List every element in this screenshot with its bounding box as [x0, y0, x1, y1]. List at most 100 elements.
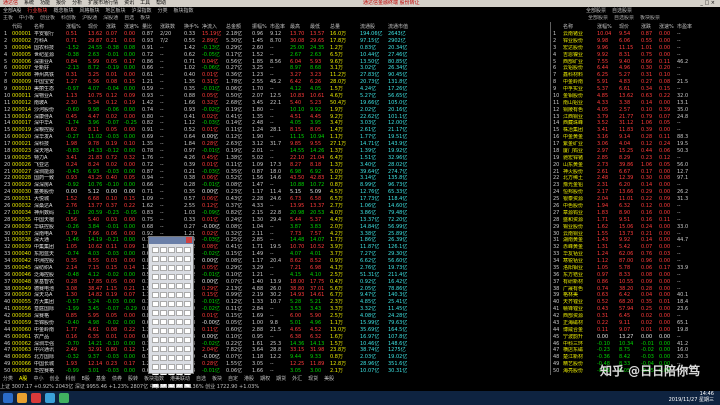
key-button[interactable]	[160, 355, 167, 361]
key-button[interactable]	[160, 310, 167, 316]
key-button[interactable]	[152, 355, 159, 361]
key-button[interactable]	[152, 310, 159, 316]
key-button[interactable]	[176, 247, 183, 253]
folder-icon[interactable]	[17, 393, 27, 403]
key-button[interactable]	[168, 346, 175, 352]
tab[interactable]: 主板	[0, 15, 16, 21]
key-button[interactable]	[184, 328, 191, 334]
key-button[interactable]	[184, 301, 191, 307]
key-button[interactable]	[184, 355, 191, 361]
keyboard-wizard-dialog[interactable]	[148, 236, 194, 388]
column-header[interactable]: 涨跌	[106, 23, 124, 31]
menu-item[interactable]: 扩展市场行情	[85, 0, 121, 6]
chat-icon[interactable]	[59, 393, 69, 403]
key-button[interactable]	[168, 337, 175, 343]
key-button[interactable]	[168, 301, 175, 307]
bottom-tab[interactable]: 外汇	[289, 376, 305, 382]
key-button[interactable]	[176, 337, 183, 343]
close-icon[interactable]	[186, 237, 192, 243]
column-header[interactable]: 市盈率	[677, 23, 717, 31]
column-header[interactable]: 最高	[290, 23, 310, 31]
column-header[interactable]: 涨跌数	[160, 23, 184, 31]
bottom-tab[interactable]: 基金	[93, 376, 109, 382]
bottom-tab[interactable]: 美股	[321, 376, 337, 382]
key-button[interactable]	[176, 310, 183, 316]
key-button[interactable]	[160, 292, 167, 298]
tab[interactable]: 板块指数	[171, 8, 197, 14]
menu-item[interactable]: 功能	[37, 0, 53, 6]
key-button[interactable]	[176, 328, 183, 334]
bottom-tab[interactable]: 港美联动	[167, 376, 193, 382]
tab[interactable]: 地区板块	[102, 8, 128, 14]
key-button[interactable]	[176, 364, 183, 370]
key-button[interactable]	[168, 256, 175, 262]
key-button[interactable]	[152, 292, 159, 298]
menu-item[interactable]: 资讯	[121, 0, 137, 6]
key-button[interactable]	[168, 328, 175, 334]
key-button[interactable]	[152, 274, 159, 280]
key-button[interactable]	[184, 337, 191, 343]
tab[interactable]: 板块	[137, 15, 153, 21]
key-button[interactable]	[184, 247, 191, 253]
column-header[interactable]: 名称	[563, 23, 597, 31]
menu-item[interactable]: 帮助	[153, 0, 169, 6]
key-button[interactable]	[168, 247, 175, 253]
column-header[interactable]: 涨幅%	[66, 23, 88, 31]
column-header[interactable]: 代码	[12, 23, 34, 31]
key-button[interactable]	[152, 319, 159, 325]
column-header[interactable]: 涨速%	[659, 23, 677, 31]
tab[interactable]: 自选股票	[609, 8, 635, 14]
tab[interactable]: 分类	[155, 8, 171, 14]
column-header[interactable]: 现价	[619, 23, 641, 31]
key-button[interactable]	[176, 256, 183, 262]
key-button[interactable]	[168, 310, 175, 316]
key-button[interactable]	[152, 256, 159, 262]
dialog-titlebar[interactable]	[149, 237, 193, 244]
app-icon[interactable]	[31, 393, 41, 403]
key-button[interactable]	[184, 292, 191, 298]
tab[interactable]: 全部股票	[585, 15, 611, 21]
tab[interactable]: 沪深指数	[128, 8, 154, 14]
menu-item[interactable]: 系统	[21, 0, 37, 6]
browser-icon[interactable]	[45, 393, 55, 403]
key-button[interactable]	[160, 346, 167, 352]
key-button[interactable]	[176, 301, 183, 307]
key-button[interactable]	[184, 265, 191, 271]
key-button[interactable]	[184, 319, 191, 325]
column-header[interactable]: 量比	[142, 23, 160, 31]
key-button[interactable]	[184, 274, 191, 280]
key-button[interactable]	[160, 265, 167, 271]
key-button[interactable]	[184, 283, 191, 289]
key-button[interactable]	[160, 256, 167, 262]
key-button[interactable]	[152, 283, 159, 289]
column-header[interactable]: 总金额	[226, 23, 252, 31]
column-header[interactable]: 最低	[310, 23, 330, 31]
key-button[interactable]	[176, 265, 183, 271]
column-header[interactable]: 涨跌	[641, 23, 659, 31]
key-button[interactable]	[168, 319, 175, 325]
key-button[interactable]	[168, 265, 175, 271]
key-button[interactable]	[168, 283, 175, 289]
bottom-tab[interactable]: 股转	[125, 376, 141, 382]
key-button[interactable]	[176, 274, 183, 280]
column-header[interactable]: 总量	[330, 23, 360, 31]
bottom-tab[interactable]: 板块指数	[141, 376, 167, 382]
tab[interactable]: 风格板块	[76, 8, 102, 14]
key-button[interactable]	[152, 337, 159, 343]
tab[interactable]: 创业板	[37, 15, 58, 21]
key-button[interactable]	[160, 247, 167, 253]
column-header[interactable]: 市盈率	[270, 23, 290, 31]
tab[interactable]: 全部A股	[0, 8, 24, 14]
column-header[interactable]: 净流入	[202, 23, 226, 31]
tab[interactable]: 自选	[121, 15, 137, 21]
key-button[interactable]	[160, 274, 167, 280]
key-button[interactable]	[160, 319, 167, 325]
tab[interactable]: 自选股票	[611, 15, 637, 21]
bottom-tab[interactable]: 自选	[193, 376, 209, 382]
start-icon[interactable]	[3, 393, 13, 403]
key-button[interactable]	[152, 364, 159, 370]
tab[interactable]: 全部股票	[583, 8, 609, 14]
key-button[interactable]	[152, 247, 159, 253]
key-button[interactable]	[184, 256, 191, 262]
menu-item[interactable]: 报价	[53, 0, 69, 6]
